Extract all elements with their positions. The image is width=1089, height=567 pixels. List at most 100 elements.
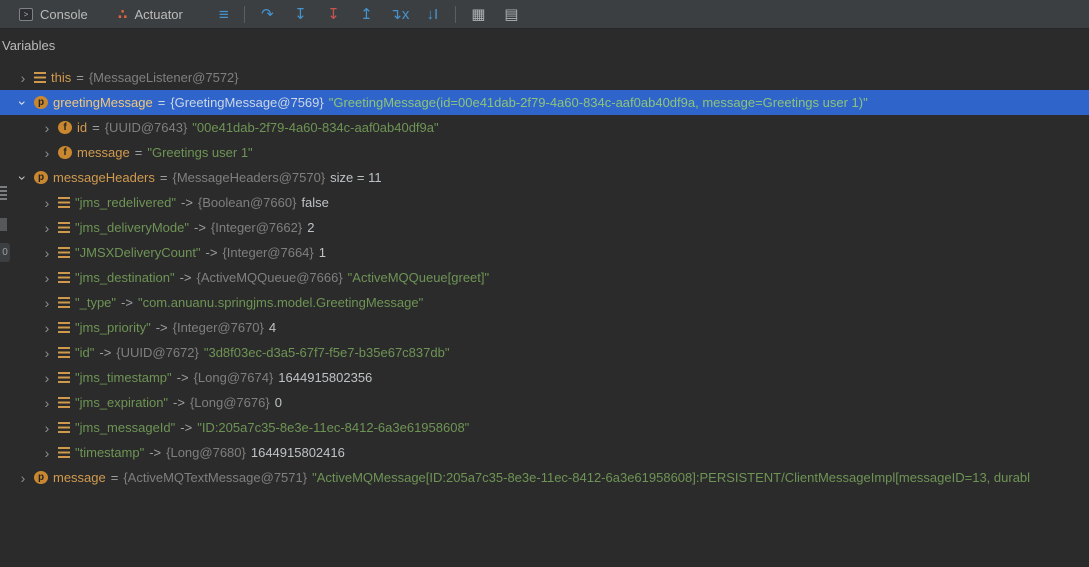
row-type-ref: {Integer@7664} [222,245,314,260]
tool-stripe-badge[interactable]: 0 [0,243,10,262]
chevron-icon[interactable]: › [38,196,56,210]
step-into-icon[interactable]: ↧ [284,0,317,29]
chevron-icon[interactable]: › [38,396,56,410]
tree-row[interactable]: › "jms_expiration" -> {Long@7676} 0 [0,390,1089,415]
value-icon [58,347,70,358]
row-name: message [77,145,130,160]
tab-console[interactable]: > Console [4,0,103,28]
panel-title: Variables [2,38,56,53]
force-step-into-icon[interactable]: ↧ [317,0,350,29]
row-plain-value: size = 11 [330,170,382,185]
tool-stripe-icon[interactable] [0,218,7,231]
tree-row[interactable]: › p greetingMessage = {GreetingMessage@7… [0,90,1089,115]
chevron-icon[interactable]: › [38,271,56,285]
toolbar-separator [454,5,456,23]
row-plain-value: false [301,195,329,210]
row-name: messageHeaders [53,170,155,185]
row-plain-value: 1644915802416 [250,445,345,460]
chevron-icon[interactable]: › [38,121,56,135]
row-type-ref: {Long@7674} [193,370,274,385]
tree-row[interactable]: › "jms_messageId" -> "ID:205a7c35-8e3e-1… [0,415,1089,440]
tree-row[interactable]: › f id = {UUID@7643} "00e41dab-2f79-4a60… [0,115,1089,140]
value-icon [58,447,70,458]
field-icon: f [58,121,72,134]
chevron-icon[interactable]: › [38,246,56,260]
view-as-table-icon[interactable]: ▦ [462,0,495,29]
chevron-icon[interactable]: › [15,169,31,187]
step-over-icon[interactable]: ↷ [251,0,284,29]
value-icon [58,297,70,308]
row-separator: = [159,170,168,185]
tab-actuator-label: Actuator [134,6,183,22]
chevron-icon[interactable]: › [15,94,31,112]
property-icon: p [34,96,48,109]
row-string-value: "com.anuanu.springjms.model.GreetingMess… [137,295,424,310]
tree-row[interactable]: › "_type" -> "com.anuanu.springjms.model… [0,290,1089,315]
tree-row[interactable]: › "JMSXDeliveryCount" -> {Integer@7664} … [0,240,1089,265]
row-name: "jms_messageId" [75,420,176,435]
drop-frame-icon[interactable]: ↴x [383,0,416,29]
chevron-icon[interactable]: › [38,146,56,160]
row-name: "jms_deliveryMode" [75,220,189,235]
row-plain-value: 4 [268,320,277,335]
tree-row[interactable]: › "timestamp" -> {Long@7680} 16449158024… [0,440,1089,465]
tree-row[interactable]: › "jms_redelivered" -> {Boolean@7660} fa… [0,190,1089,215]
row-string-value: "00e41dab-2f79-4a60-834c-aaf0ab40df9a" [192,120,439,135]
tree-row[interactable]: › f message = "Greetings user 1" [0,140,1089,165]
chevron-icon[interactable]: › [14,71,32,85]
value-icon [58,272,70,283]
row-separator: = [92,120,100,135]
layout-settings-icon[interactable]: ▤ [495,0,528,29]
row-separator: -> [194,220,206,235]
property-icon: p [34,471,48,484]
chevron-icon[interactable]: › [38,321,56,335]
variables-tree: › this = {MessageListener@7572} › p gree… [0,62,1089,490]
row-type-ref: {ActiveMQTextMessage@7571} [123,470,308,485]
row-name: "timestamp" [75,445,145,460]
row-string-value: "Greetings user 1" [147,145,253,160]
row-type-ref: {ActiveMQQueue@7666} [196,270,343,285]
step-out-icon[interactable]: ↥ [350,0,383,29]
variables-header: Variables [0,29,1089,62]
field-icon: f [58,146,72,159]
row-plain-value: 1 [318,245,326,260]
value-icon [58,422,70,433]
chevron-icon[interactable]: › [38,221,56,235]
row-name: "_type" [75,295,117,310]
row-string-value: "ActiveMQMessage[ID:205a7c35-8e3e-11ec-8… [312,470,1031,485]
tree-row[interactable]: › "jms_timestamp" -> {Long@7674} 1644915… [0,365,1089,390]
chevron-icon[interactable]: › [14,471,32,485]
row-separator: -> [179,270,192,285]
tool-stripe-icon[interactable] [0,186,7,201]
chevron-icon[interactable]: › [38,296,56,310]
tree-row[interactable]: › "id" -> {UUID@7672} "3d8f03ec-d3a5-67f… [0,340,1089,365]
chevron-icon[interactable]: › [38,421,56,435]
tree-row[interactable]: › "jms_deliveryMode" -> {Integer@7662} 2 [0,215,1089,240]
chevron-icon[interactable]: › [38,346,56,360]
row-name: "jms_destination" [75,270,175,285]
row-separator: -> [99,345,112,360]
row-name: "JMSXDeliveryCount" [75,245,201,260]
actuator-icon: ∴ [117,5,128,22]
run-to-cursor-icon[interactable]: ↓I [416,0,449,29]
value-icon [58,247,70,258]
tree-row[interactable]: › this = {MessageListener@7572} [0,65,1089,90]
row-string-value: "GreetingMessage(id=00e41dab-2f79-4a60-8… [328,95,868,110]
chevron-icon[interactable]: › [38,446,56,460]
chevron-icon[interactable]: › [38,371,56,385]
row-plain-value: 2 [307,220,315,235]
row-name: this [51,70,72,85]
debugger-panel: > Console ∴ Actuator ≡ ↷ ↧ ↧ ↥ ↴x ↓I ▦ ▤… [0,0,1089,490]
toolbar-separator [243,5,245,23]
row-separator: = [110,470,119,485]
row-string-value: "ID:205a7c35-8e3e-11ec-8412-6a3e61958608… [197,420,470,435]
menu-icon[interactable]: ≡ [210,0,238,29]
row-separator: -> [173,395,185,410]
tree-row[interactable]: › "jms_priority" -> {Integer@7670} 4 [0,315,1089,340]
tree-row[interactable]: › p message = {ActiveMQTextMessage@7571}… [0,465,1089,490]
tab-actuator[interactable]: ∴ Actuator [103,0,198,28]
row-separator: -> [149,445,162,460]
tree-row[interactable]: › "jms_destination" -> {ActiveMQQueue@76… [0,265,1089,290]
row-name: "jms_priority" [75,320,151,335]
tree-row[interactable]: › p messageHeaders = {MessageHeaders@757… [0,165,1089,190]
